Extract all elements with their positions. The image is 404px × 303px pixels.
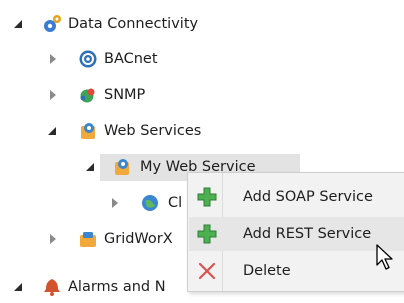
context-menu: Add SOAP Service Add REST Service Delete [187,172,404,292]
tree-node-snmp[interactable]: SNMP [0,79,404,111]
expand-arrow-icon[interactable] [14,283,22,291]
web-services-icon [81,123,95,139]
gridworx-icon [80,232,96,247]
tree-label: SNMP [104,87,146,103]
tree-node-web-services[interactable]: Web Services [0,115,404,147]
menu-item-label: Add SOAP Service [243,189,373,205]
tree-label: GridWorX [104,231,173,247]
plus-icon [197,187,217,207]
alarm-icon [44,279,60,296]
mouse-cursor-icon [376,244,393,270]
tree-label: Web Services [104,123,202,139]
collapse-arrow-icon[interactable] [50,54,56,64]
expand-arrow-icon[interactable] [48,127,56,135]
tree-node-gridworx[interactable]: GridWorX [0,223,190,255]
collapse-arrow-icon[interactable] [50,234,56,244]
menu-item-label: Delete [243,263,291,279]
tree-node-alarms[interactable]: Alarms and N [0,271,190,303]
delete-x-icon [198,262,216,280]
globe-icon [142,195,158,211]
tree-label: Data Connectivity [68,16,199,32]
menu-item-add-soap-service[interactable]: Add SOAP Service [189,180,404,214]
plus-icon [197,224,217,244]
tree-label: Alarms and N [68,279,166,295]
expand-arrow-icon[interactable] [86,163,94,171]
tree-node-bacnet[interactable]: BACnet [0,43,404,75]
web-service-icon [115,159,129,175]
menu-item-label: Add REST Service [243,226,372,242]
expand-arrow-icon[interactable] [14,20,22,28]
gears-icon [44,15,61,32]
menu-item-add-rest-service[interactable]: Add REST Service [189,217,404,251]
snmp-icon [80,88,95,103]
tree-label: BACnet [104,51,158,67]
tree-node-child[interactable]: Cl [0,187,190,219]
menu-item-delete[interactable]: Delete [189,254,404,288]
collapse-arrow-icon[interactable] [50,90,56,100]
tree-label: Cl [168,195,183,211]
tree-node-data-connectivity[interactable]: Data Connectivity [0,8,404,40]
collapse-arrow-icon[interactable] [112,198,118,208]
bacnet-icon [79,50,97,68]
